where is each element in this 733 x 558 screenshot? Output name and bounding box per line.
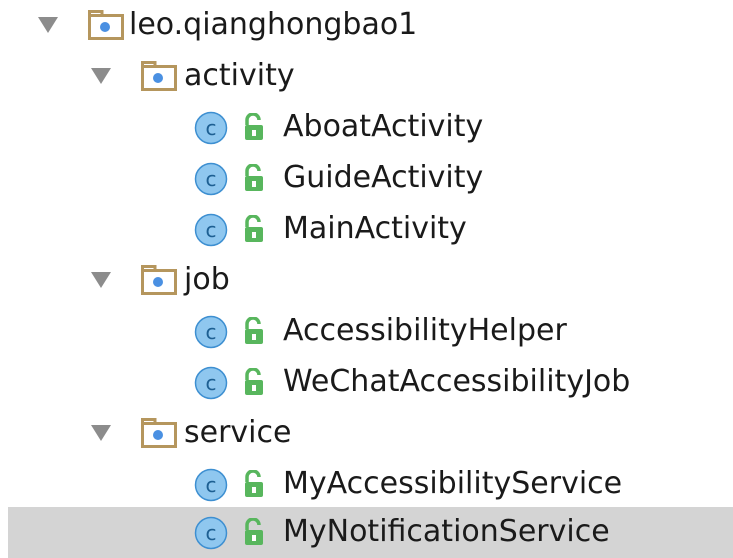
tree-row-class[interactable]: c WeChatAccessibilityJob <box>0 357 733 408</box>
tree-row-package-activity[interactable]: activity <box>0 51 733 102</box>
class-icon: c <box>194 468 228 502</box>
class-label: MyNotificationService <box>283 514 610 549</box>
tree-row-class[interactable]: c AccessibilityHelper <box>0 306 733 357</box>
tree-row-class-selected[interactable]: c MyNotificationService <box>8 507 733 558</box>
project-tree: leo.qianghongbao1 activity c AboatActivi… <box>0 0 733 558</box>
tree-row-class[interactable]: c AboatActivity <box>0 102 733 153</box>
unlocked-padlock-icon <box>241 517 267 548</box>
unlocked-padlock-icon <box>241 214 267 245</box>
svg-text:c: c <box>206 218 217 242</box>
class-icon: c <box>194 213 228 247</box>
unlocked-padlock-icon <box>241 367 267 398</box>
class-label: MyAccessibilityService <box>283 466 623 501</box>
svg-text:c: c <box>206 167 217 191</box>
class-label: AboatActivity <box>283 109 484 144</box>
package-label: job <box>184 262 230 297</box>
class-icon: c <box>194 111 228 145</box>
tree-row-class[interactable]: c MyAccessibilityService <box>0 459 733 510</box>
unlocked-padlock-icon <box>241 469 267 500</box>
svg-text:c: c <box>206 116 217 140</box>
class-label: WeChatAccessibilityJob <box>283 364 631 399</box>
package-label: leo.qianghongbao1 <box>129 7 418 42</box>
expand-arrow-icon[interactable] <box>91 68 111 84</box>
expand-arrow-icon[interactable] <box>91 272 111 288</box>
unlocked-padlock-icon <box>241 316 267 347</box>
package-folder-icon <box>141 418 177 448</box>
class-label: MainActivity <box>283 211 467 246</box>
svg-text:c: c <box>206 320 217 344</box>
class-label: GuideActivity <box>283 160 484 195</box>
svg-text:c: c <box>206 371 217 395</box>
class-icon: c <box>194 162 228 196</box>
unlocked-padlock-icon <box>241 112 267 143</box>
class-icon: c <box>194 315 228 349</box>
tree-row-class[interactable]: c MainActivity <box>0 204 733 255</box>
expand-arrow-icon[interactable] <box>91 425 111 441</box>
tree-row-package-job[interactable]: job <box>0 255 733 306</box>
unlocked-padlock-icon <box>241 163 267 194</box>
class-icon: c <box>194 366 228 400</box>
package-folder-icon <box>88 10 124 40</box>
expand-arrow-icon[interactable] <box>38 17 58 33</box>
package-label: activity <box>184 58 295 93</box>
package-folder-icon <box>141 265 177 295</box>
svg-text:c: c <box>206 473 217 497</box>
svg-text:c: c <box>206 521 217 545</box>
class-icon: c <box>194 516 228 550</box>
package-folder-icon <box>141 61 177 91</box>
package-label: service <box>184 415 292 450</box>
tree-row-root-package[interactable]: leo.qianghongbao1 <box>0 0 733 51</box>
tree-row-class[interactable]: c GuideActivity <box>0 153 733 204</box>
tree-row-package-service[interactable]: service <box>0 408 733 459</box>
class-label: AccessibilityHelper <box>283 313 567 348</box>
